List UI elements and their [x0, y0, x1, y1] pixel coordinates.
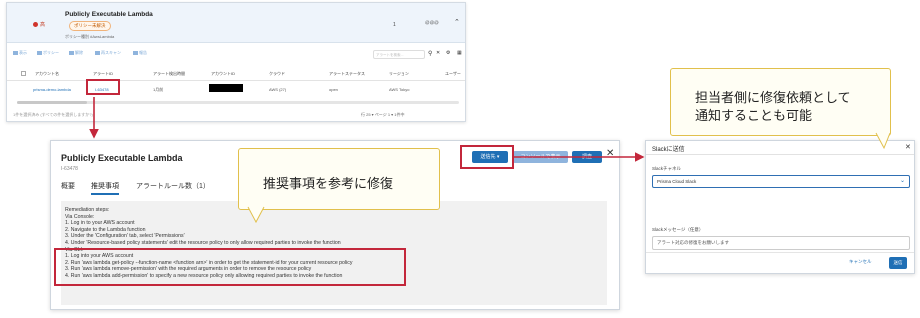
severity-label: 高 [40, 22, 46, 28]
alert-group-header[interactable]: 高 Publicly Executable Lambda ポリシー未解決 ポリシ… [7, 3, 465, 43]
tab-overview[interactable]: 概要 [61, 181, 75, 191]
remediation-line: 2. Navigate to the Lambda function [65, 226, 146, 233]
dialog-footer: キャンセル 送信 [646, 252, 914, 275]
remediation-line: 4. Under 'Resource-based policy statemen… [65, 239, 341, 246]
remediation-line: 1. Log in to your AWS account [65, 220, 135, 227]
alert-search-input[interactable]: アラートを検索... [373, 50, 425, 59]
scrollbar-thumb[interactable] [17, 101, 87, 104]
table-footer: 1件を選択済み (すべての件を選択しますか?) 行 25 ▾ ページ 1 ▾ 1… [7, 110, 465, 121]
tab-recommendations[interactable]: 推奨事項 [91, 181, 119, 195]
toolbar-label: 表示 [19, 50, 27, 55]
toolbar-label: ポリシー [43, 50, 59, 55]
highlight-send-button [460, 145, 514, 169]
column-header[interactable]: アカウント名 [35, 71, 59, 77]
channel-label: Slackチャネル [652, 166, 681, 171]
policy-icon [37, 50, 42, 55]
close-icon[interactable]: ✕ [905, 143, 911, 151]
column-header[interactable]: クラウド [269, 71, 285, 77]
policy-subline: ポリシー種別 #AwsLambda [65, 34, 115, 39]
toolbar-label: 再スキャン [101, 50, 121, 55]
severity-indicator: 高 [33, 21, 45, 28]
column-header[interactable]: アラートステータス [329, 71, 365, 77]
toolbar-label: 報告 [139, 50, 147, 55]
investigate-button[interactable]: 調査 [572, 151, 602, 163]
close-icon[interactable]: ✕ [606, 148, 614, 159]
callout-text: 推奨事項を参考に修復 [263, 176, 394, 191]
view-icon [13, 50, 18, 55]
view-in-console-button[interactable]: コンソールで表示 [513, 151, 568, 163]
remediation-line: 3. Under the 'Configuration' tab, select… [65, 233, 185, 240]
report-icon [133, 50, 138, 55]
slack-channel-select[interactable]: Prisma Cloud Slack ⌄ [652, 175, 910, 188]
slack-send-dialog: Slackに送信 ✕ Slackチャネル Prisma Cloud Slack … [645, 140, 915, 274]
policy-title: Publicly Executable Lambda [65, 11, 153, 18]
clear-search-icon[interactable]: ✕ [436, 50, 440, 56]
slack-message-field[interactable]: アラート対応の修復をお願いします [652, 236, 910, 250]
count-badge: @@@ [425, 20, 439, 25]
column-header[interactable]: アカウントID [211, 71, 235, 77]
toolbar-item-policy[interactable]: ポリシー [37, 50, 59, 56]
settings-icon[interactable]: ⚙ [446, 50, 450, 56]
toolbar-label: 解除 [75, 50, 83, 55]
detected-time: 1月前 [153, 87, 164, 92]
callout-notify: 担当者側に修復依頼として 通知することも可能 [670, 68, 891, 136]
status-badge: ポリシー未解決 [69, 21, 111, 31]
alert-count: 1 [393, 22, 396, 28]
selection-summary[interactable]: 1件を選択済み (すべての件を選択しますか?) [13, 112, 93, 118]
column-header[interactable]: アラート検出時間 [153, 71, 185, 77]
remediation-line: Via Console: [65, 213, 95, 220]
column-header[interactable]: アラートID [93, 71, 113, 77]
submit-button[interactable]: 送信 [889, 257, 907, 269]
dismiss-icon [69, 50, 74, 55]
alert-toolbar: 表示 ポリシー 解除 再スキャン 報告 アラートを検索... ⚲ ✕ ⚙ ▦ [7, 47, 465, 61]
callout-text: 通知することも可能 [695, 108, 813, 123]
chevron-down-icon: ⌄ [900, 178, 906, 184]
select-all-checkbox[interactable] [21, 71, 26, 76]
dialog-title: Slackに送信 [652, 147, 685, 153]
alert-list-panel: 高 Publicly Executable Lambda ポリシー未解決 ポリシ… [6, 2, 466, 122]
table-header-row: アカウント名 アラートID アラート検出時間 アカウントID クラウド アラート… [7, 67, 465, 81]
detail-alert-id: I-63478 [61, 166, 78, 172]
alert-status: open [329, 87, 338, 92]
callout-remediate: 推奨事項を参考に修復 [238, 148, 440, 210]
highlight-alert-id [86, 79, 120, 95]
severity-dot-icon [33, 22, 38, 28]
message-label: Slackメッセージ（任意） [652, 227, 704, 232]
account-name-link[interactable]: prisma-demo-lambda [33, 87, 71, 92]
search-icon[interactable]: ⚲ [428, 50, 432, 57]
toolbar-item-report[interactable]: 報告 [133, 50, 147, 56]
callout-text: 担当者側に修復依頼として [695, 90, 851, 105]
horizontal-scrollbar[interactable] [17, 101, 459, 104]
region-value: AWS Tokyo [389, 87, 410, 92]
toolbar-item-view[interactable]: 表示 [13, 50, 27, 56]
highlight-console-steps [54, 248, 406, 286]
collapse-chevron-icon[interactable]: ⌃ [454, 18, 460, 26]
pagination[interactable]: 行 25 ▾ ページ 1 ▾ 1件中 [361, 112, 405, 118]
toolbar-item-rescan[interactable]: 再スキャン [95, 50, 121, 56]
cloud-value: AWS (27) [269, 87, 287, 92]
cancel-button[interactable]: キャンセル [849, 259, 872, 265]
selected-channel: Prisma Cloud Slack [657, 179, 697, 184]
redacted-account-id [209, 84, 243, 92]
toolbar-item-dismiss[interactable]: 解除 [69, 50, 83, 56]
tab-alert-rules[interactable]: アラートルール数（1） [136, 181, 210, 191]
rescan-icon [95, 50, 100, 55]
column-header[interactable]: ユーザー [445, 71, 461, 77]
dialog-header: Slackに送信 ✕ [646, 141, 914, 155]
detail-title: Publicly Executable Lambda [61, 153, 183, 163]
column-header[interactable]: リージョン [389, 71, 409, 77]
columns-icon[interactable]: ▦ [457, 50, 462, 56]
